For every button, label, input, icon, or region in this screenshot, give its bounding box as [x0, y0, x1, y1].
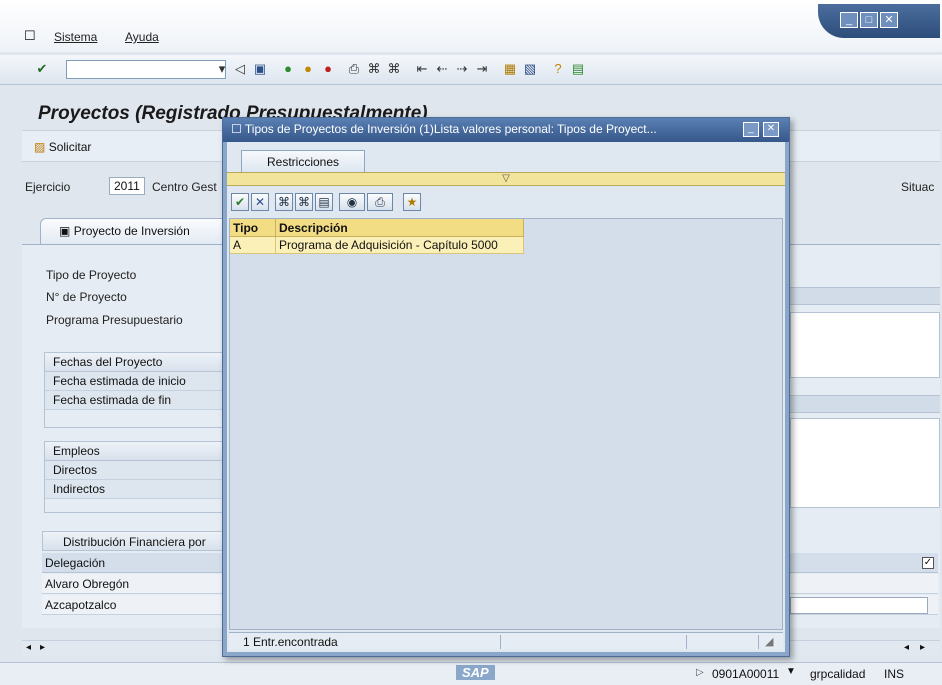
cancel-icon[interactable]: ✕: [251, 193, 269, 211]
first-page-icon[interactable]: ⇤: [414, 61, 430, 77]
text-area[interactable]: [790, 418, 940, 508]
dropdown-icon[interactable]: ▾: [214, 61, 230, 77]
scroll-right-icon[interactable]: ▸: [40, 642, 45, 653]
dialog-body: Restricciones ▽ ✔ ✕ ⌘ ⌘ ▤ ◉ ⎙ ★ Tipo Des…: [227, 142, 785, 652]
dialog-title-bar: ☐ Tipos de Proyectos de Inversión (1)Lis…: [223, 118, 789, 142]
help-icon[interactable]: ?: [550, 61, 566, 77]
text-area[interactable]: [790, 312, 940, 378]
tab-proyecto-inversion[interactable]: ▣ Proyecto de Inversión: [40, 218, 230, 244]
field-label: Fecha estimada de fin: [45, 391, 228, 410]
menu-ayuda[interactable]: Ayuda: [125, 30, 159, 44]
status-segment: [687, 635, 759, 649]
menu-sistema[interactable]: Sistema: [54, 30, 97, 44]
layout-icon[interactable]: ▤: [570, 61, 586, 77]
mode-info: INS: [884, 667, 905, 681]
find-next-icon[interactable]: ⌘: [295, 193, 313, 211]
group-title: Fechas del Proyecto: [45, 353, 228, 372]
sort-icon[interactable]: ▤: [315, 193, 333, 211]
collapse-icon: ▽: [502, 173, 510, 184]
ejercicio-field[interactable]: 2011: [109, 177, 145, 195]
client-info: grpcalidad: [810, 667, 866, 681]
field-strip: [790, 287, 940, 305]
view-icon[interactable]: ◉: [339, 193, 365, 211]
row-input[interactable]: [790, 597, 928, 614]
value-list-dialog: ☐ Tipos de Proyectos de Inversión (1)Lis…: [222, 117, 790, 657]
field-label: N° de Proyecto: [46, 290, 127, 304]
fechas-group: Fechas del Proyecto Fecha estimada de in…: [44, 352, 229, 428]
last-page-icon[interactable]: ⇥: [474, 61, 490, 77]
result-list: Tipo Descripción A Programa de Adquisici…: [229, 218, 783, 630]
field-strip: [790, 395, 940, 413]
tab-restricciones[interactable]: Restricciones: [241, 150, 365, 172]
request-icon: ▨: [34, 140, 46, 154]
shortcut-icon[interactable]: ▧: [522, 61, 538, 77]
dialog-toolbar: ✔ ✕ ⌘ ⌘ ▤ ◉ ⎙ ★: [229, 190, 783, 214]
accept-icon[interactable]: ✔: [231, 193, 249, 211]
field-label: Directos: [45, 461, 228, 480]
window-controls: _ □ ✕: [818, 4, 940, 38]
exit-icon[interactable]: ●: [300, 61, 316, 77]
scroll-left-icon[interactable]: ◂: [904, 642, 909, 653]
table-cell-tipo[interactable]: A: [230, 237, 276, 254]
print-icon[interactable]: ⎙: [346, 61, 362, 77]
table-cell-descripcion[interactable]: Programa de Adquisición - Capítulo 5000: [276, 237, 524, 254]
dialog-minimize-icon[interactable]: _: [743, 122, 759, 137]
column-header-tipo[interactable]: Tipo: [230, 219, 276, 237]
back-icon[interactable]: ●: [280, 61, 296, 77]
scroll-right-icon[interactable]: ▸: [920, 642, 925, 653]
next-page-icon[interactable]: ⇢: [454, 61, 470, 77]
session-dropdown-icon[interactable]: ▼: [786, 666, 796, 677]
session-info: 0901A00011: [712, 667, 780, 681]
status-bar: SAP ▷ 0901A00011 ▼ grpcalidad INS: [0, 662, 942, 685]
centro-gestor-label: Centro Gest: [152, 180, 217, 194]
status-message: 1 Entr.encontrada: [239, 635, 501, 649]
find-next-icon[interactable]: ⌘: [386, 61, 402, 77]
back-arrow-icon[interactable]: ◁: [232, 61, 248, 77]
sap-logo: SAP: [456, 665, 495, 680]
dialog-status-bar: 1 Entr.encontrada ◢: [229, 632, 783, 650]
restore-icon[interactable]: □: [860, 12, 878, 28]
enter-check-icon[interactable]: ✔: [34, 61, 50, 77]
personalize-icon[interactable]: ★: [403, 193, 421, 211]
field-label: Tipo de Proyecto: [46, 268, 137, 282]
collapse-bar[interactable]: ▽: [227, 172, 785, 186]
dialog-title: Tipos de Proyectos de Inversión (1)Lista…: [244, 122, 657, 136]
standard-toolbar: ✔ ▾ ◁ ▣ ● ● ● ⎙ ⌘ ⌘ ⇤ ⇠ ⇢ ⇥ ▦ ▧ ? ▤: [0, 55, 942, 85]
column-header-descripcion[interactable]: Descripción: [276, 219, 524, 237]
save-icon[interactable]: ▣: [252, 61, 268, 77]
command-field[interactable]: [66, 60, 226, 79]
distribucion-header: Distribución Financiera por: [42, 531, 230, 551]
solicitar-button[interactable]: ▨ Solicitar: [34, 140, 91, 154]
minimize-icon[interactable]: _: [840, 12, 858, 28]
find-icon[interactable]: ⌘: [366, 61, 382, 77]
cancel-icon[interactable]: ●: [320, 61, 336, 77]
menu-bar: ☐ Sistema Ayuda _ □ ✕: [0, 0, 942, 52]
dialog-close-icon[interactable]: ✕: [763, 122, 779, 137]
project-icon: ▣: [59, 224, 71, 238]
new-session-icon[interactable]: ▦: [502, 61, 518, 77]
status-segment: [501, 635, 687, 649]
find-icon[interactable]: ⌘: [275, 193, 293, 211]
ejercicio-label: Ejercicio: [25, 180, 71, 194]
print-icon[interactable]: ⎙: [367, 193, 393, 211]
empleos-group: Empleos Directos Indirectos: [44, 441, 229, 513]
resize-grip-icon[interactable]: ◢: [765, 635, 773, 648]
field-label: Indirectos: [45, 480, 228, 499]
situacion-label: Situac: [901, 180, 935, 194]
dialog-menu-icon[interactable]: ☐: [231, 122, 242, 136]
group-title: Empleos: [45, 442, 228, 461]
field-label: Programa Presupuestario: [46, 313, 183, 327]
menu-icon[interactable]: ☐: [24, 28, 36, 44]
close-icon[interactable]: ✕: [880, 12, 898, 28]
status-arrow-icon[interactable]: ▷: [696, 667, 704, 678]
field-label: Fecha estimada de inicio: [45, 372, 228, 391]
scroll-left-icon[interactable]: ◂: [26, 642, 31, 653]
select-all-checkbox[interactable]: ✓: [922, 557, 934, 569]
prev-page-icon[interactable]: ⇠: [434, 61, 450, 77]
